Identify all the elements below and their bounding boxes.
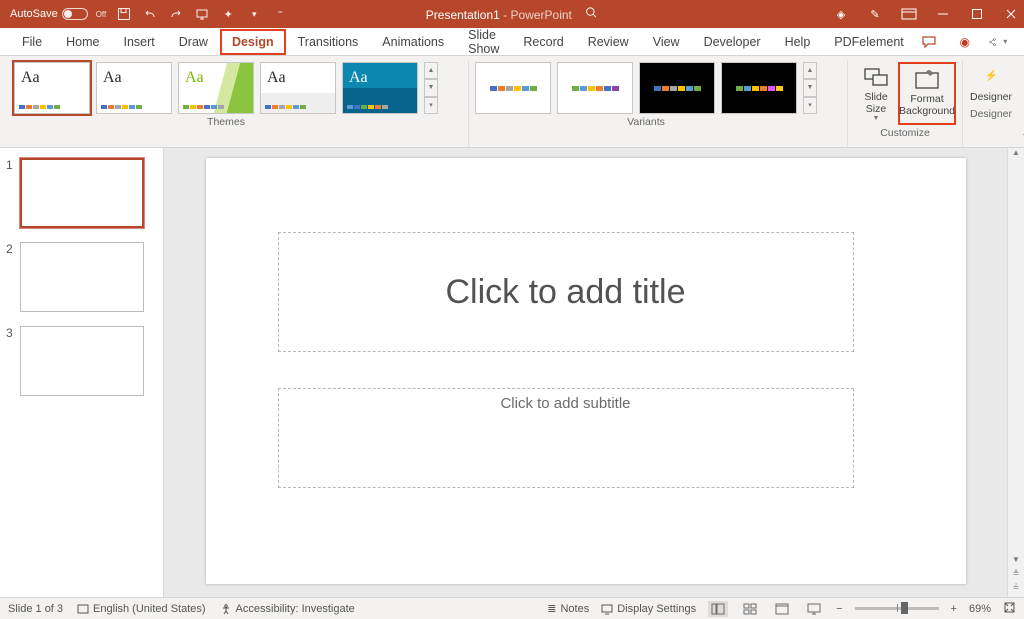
tab-pdfelement[interactable]: PDFelement xyxy=(822,28,915,55)
display-settings-button[interactable]: Display Settings xyxy=(601,603,696,615)
slide-size-button[interactable]: Slide Size▼ xyxy=(854,62,898,125)
slide-size-icon xyxy=(862,64,890,90)
notes-button[interactable]: ≣ Notes xyxy=(547,602,589,615)
status-bar: Slide 1 of 3 English (United States) Acc… xyxy=(0,597,1024,619)
theme-gallery-4[interactable]: Aa xyxy=(260,62,336,114)
normal-view-icon[interactable] xyxy=(708,601,728,617)
app-name: PowerPoint xyxy=(511,8,572,22)
from-beginning-icon[interactable] xyxy=(194,6,210,22)
workspace: 1 2 3 Click to add title Click to add su… xyxy=(0,148,1024,597)
zoom-percentage[interactable]: 69% xyxy=(969,603,991,615)
designer-group-label: Designer xyxy=(970,108,1012,124)
slide-thumb-2[interactable]: 2 xyxy=(6,242,157,312)
maximize-button[interactable] xyxy=(968,5,986,23)
previous-slide-icon[interactable]: ≜ xyxy=(1013,569,1020,583)
tab-design[interactable]: Design xyxy=(220,29,286,55)
ribbon-display-icon[interactable] xyxy=(900,5,918,23)
zoom-slider[interactable] xyxy=(855,607,939,610)
share-icon[interactable]: ▾ xyxy=(988,31,1014,53)
save-icon[interactable] xyxy=(116,6,132,22)
minimize-button[interactable] xyxy=(934,5,952,23)
tab-transitions[interactable]: Transitions xyxy=(286,28,371,55)
autosave-state: Off xyxy=(96,10,107,19)
autosave-label: AutoSave xyxy=(10,8,58,20)
customize-group: Slide Size▼ Format Background Customize xyxy=(848,60,963,147)
customize-group-label: Customize xyxy=(880,127,930,143)
tab-animations[interactable]: Animations xyxy=(370,28,456,55)
next-slide-icon[interactable]: ≟ xyxy=(1013,583,1020,597)
reading-view-icon[interactable] xyxy=(772,601,792,617)
format-background-icon xyxy=(913,66,941,92)
qat-overflow-icon[interactable]: ⁼ xyxy=(272,6,288,22)
redo-icon[interactable] xyxy=(168,6,184,22)
touch-mode-icon[interactable]: ✦ xyxy=(220,6,236,22)
quick-access-toolbar: ✦ ▾ ⁼ xyxy=(116,6,288,22)
theme-integral[interactable]: Aa xyxy=(342,62,418,114)
tab-draw[interactable]: Draw xyxy=(167,28,220,55)
slide-indicator[interactable]: Slide 1 of 3 xyxy=(8,603,63,615)
scroll-up-icon[interactable]: ▲ xyxy=(1012,148,1020,162)
zoom-out-button[interactable]: − xyxy=(836,603,842,615)
variants-group: ▲▼▾ Variants xyxy=(469,60,848,147)
tab-help[interactable]: Help xyxy=(773,28,823,55)
slide-thumb-1[interactable]: 1 xyxy=(6,158,157,228)
comments-icon[interactable] xyxy=(916,31,942,53)
themes-group-label: Themes xyxy=(207,116,245,132)
designer-icon: ⚡ xyxy=(977,64,1005,90)
qat-chevron-icon[interactable]: ▾ xyxy=(246,6,262,22)
vertical-scrollbar[interactable]: ▲ ▼ ≜ ≟ xyxy=(1007,148,1024,597)
slide-thumb-3[interactable]: 3 xyxy=(6,326,157,396)
tab-home[interactable]: Home xyxy=(54,28,111,55)
slide: Click to add title Click to add subtitle xyxy=(206,158,966,584)
theme-facet[interactable]: Aa xyxy=(178,62,254,114)
slideshow-view-icon[interactable] xyxy=(804,601,824,617)
tab-record[interactable]: Record xyxy=(511,28,575,55)
format-background-button[interactable]: Format Background xyxy=(898,62,956,125)
diamond-icon[interactable]: ◈ xyxy=(832,5,850,23)
zoom-in-button[interactable]: + xyxy=(951,603,957,615)
variant-2[interactable] xyxy=(557,62,633,114)
camera-record-icon[interactable]: ◉ xyxy=(952,31,978,53)
fit-to-window-icon[interactable] xyxy=(1003,601,1016,617)
title-placeholder[interactable]: Click to add title xyxy=(278,232,854,352)
tab-view[interactable]: View xyxy=(641,28,692,55)
tab-review[interactable]: Review xyxy=(576,28,641,55)
document-name: Presentation1 xyxy=(426,8,500,22)
undo-icon[interactable] xyxy=(142,6,158,22)
variants-gallery-more[interactable]: ▲▼▾ xyxy=(803,62,817,114)
ribbon-body: Aa Aa Aa Aa Aa ▲▼▾ Themes ▲▼▾ Variants S… xyxy=(0,56,1024,148)
designer-button[interactable]: ⚡ Designer xyxy=(969,62,1013,106)
search-icon[interactable] xyxy=(585,8,598,22)
variant-3[interactable] xyxy=(639,62,715,114)
scroll-down-icon[interactable]: ▼ xyxy=(1012,555,1020,569)
tab-developer[interactable]: Developer xyxy=(692,28,773,55)
close-button[interactable] xyxy=(1002,5,1020,23)
accessibility-indicator[interactable]: Accessibility: Investigate xyxy=(220,603,355,615)
tab-file[interactable]: File xyxy=(10,28,54,55)
tab-slideshow[interactable]: Slide Show xyxy=(456,28,511,55)
slide-sorter-view-icon[interactable] xyxy=(740,601,760,617)
theme-office[interactable]: Aa xyxy=(14,62,90,114)
themes-group: Aa Aa Aa Aa Aa ▲▼▾ Themes xyxy=(8,60,469,147)
window-title: Presentation1 - PowerPoint xyxy=(426,6,598,22)
title-bar: AutoSave Off ✦ ▾ ⁼ Presentation1 - Power… xyxy=(0,0,1024,28)
themes-gallery-more[interactable]: ▲▼▾ xyxy=(424,62,438,114)
slide-thumbnails-panel[interactable]: 1 2 3 xyxy=(0,148,164,597)
variants-group-label: Variants xyxy=(627,116,665,132)
designer-group: ⚡ Designer Designer xyxy=(963,60,1021,147)
language-indicator[interactable]: English (United States) xyxy=(77,603,206,615)
variant-1[interactable] xyxy=(475,62,551,114)
ribbon-tabs: File Home Insert Draw Design Transitions… xyxy=(0,28,1024,56)
tab-insert[interactable]: Insert xyxy=(112,28,167,55)
brush-icon[interactable]: ✎ xyxy=(866,5,884,23)
subtitle-placeholder[interactable]: Click to add subtitle xyxy=(278,388,854,488)
autosave-toggle[interactable] xyxy=(62,8,88,20)
theme-variant-2[interactable]: Aa xyxy=(96,62,172,114)
slide-canvas-area[interactable]: Click to add title Click to add subtitle xyxy=(164,148,1007,597)
variant-4[interactable] xyxy=(721,62,797,114)
